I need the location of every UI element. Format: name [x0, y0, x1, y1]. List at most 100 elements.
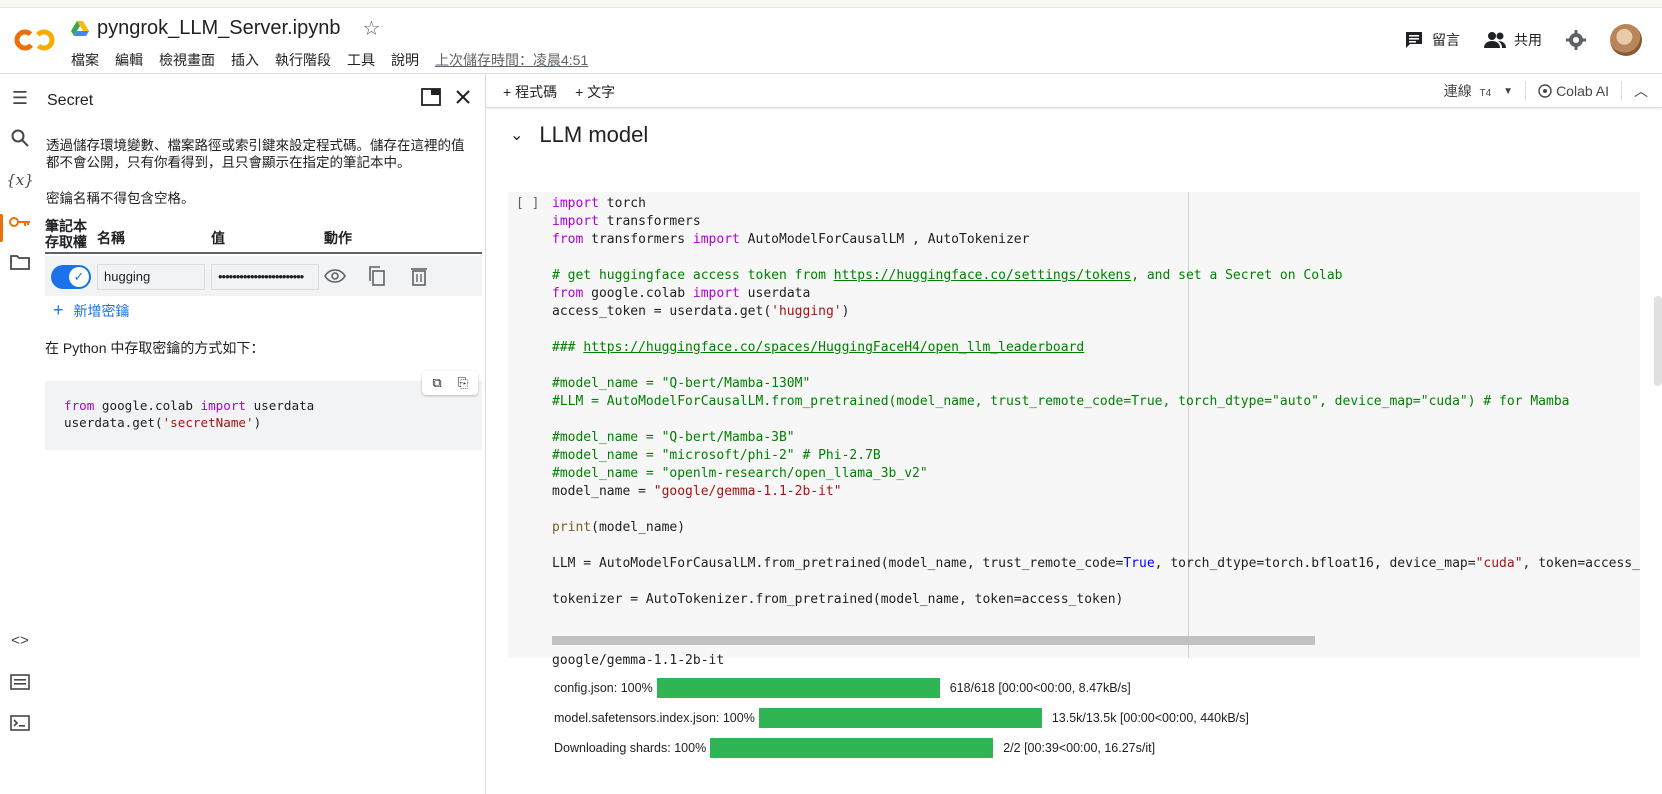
- secrets-panel: Secret 透過儲存環境變數、檔案路徑或索引鍵來設定程式碼。儲存在這裡的值都不…: [40, 74, 486, 794]
- code-editor[interactable]: import torch import transformers from tr…: [552, 195, 1640, 609]
- add-code-button[interactable]: + 程式碼: [503, 82, 557, 102]
- section-header[interactable]: ⌄ LLM model: [510, 122, 648, 148]
- notebook-toolbar: + 程式碼 + 文字 連線 T4 ▼ Colab AI ︿: [486, 74, 1662, 108]
- progress-label: model.safetensors.index.json:: [554, 711, 720, 725]
- secret-row: ✓ hugging ••••••••••••••••••••••••: [45, 256, 482, 296]
- add-secret-label: 新增密鑰: [73, 302, 130, 319]
- section-title: LLM model: [539, 122, 649, 147]
- menu-view[interactable]: 檢視畫面: [159, 50, 215, 70]
- progress-label: Downloading shards:: [554, 741, 671, 755]
- insert-snippet-icon[interactable]: ⎘: [452, 373, 474, 393]
- eye-icon[interactable]: [323, 264, 347, 288]
- variables-icon[interactable]: {x}: [6, 168, 34, 192]
- active-indicator: [0, 214, 3, 242]
- progress-info: 2/2 [00:39<00:00, 16.27s/it]: [1003, 741, 1156, 755]
- python-access-note: 在 Python 中存取密鑰的方式如下：: [45, 340, 265, 356]
- colab-logo-icon[interactable]: [14, 26, 56, 54]
- search-icon[interactable]: [8, 126, 32, 150]
- menu-help[interactable]: 說明: [391, 50, 419, 70]
- menu-insert[interactable]: 插入: [231, 50, 259, 70]
- chevron-down-icon[interactable]: ▼: [1503, 86, 1513, 97]
- key-icon[interactable]: [8, 210, 32, 234]
- progress-bar: [656, 678, 940, 698]
- table-of-contents-icon[interactable]: ☰: [8, 86, 32, 110]
- comment-button[interactable]: 留言: [1404, 30, 1460, 50]
- toolbar-divider-2: [1621, 81, 1622, 101]
- col-value: 值: [211, 230, 225, 246]
- notebook-access-toggle[interactable]: ✓: [51, 265, 91, 289]
- chevron-down-icon[interactable]: ⌄: [510, 125, 523, 145]
- code-snippets-icon[interactable]: <>: [8, 628, 32, 652]
- secret-name-input[interactable]: hugging: [97, 264, 205, 290]
- add-text-button[interactable]: + 文字: [575, 82, 615, 102]
- close-icon[interactable]: [455, 89, 471, 105]
- add-secret-button[interactable]: + 新增密鑰: [53, 300, 130, 321]
- col-access: 筆記本存取權: [45, 218, 87, 250]
- menu-edit[interactable]: 編輯: [115, 50, 143, 70]
- progress-shards: Downloading shards: 100% 2/2 [00:39<00:0…: [554, 738, 1155, 758]
- open-in-tab-icon[interactable]: [421, 88, 441, 106]
- progress-index: model.safetensors.index.json: 100% 13.5k…: [554, 708, 1249, 728]
- folder-icon[interactable]: [8, 250, 32, 274]
- toolbar-divider: [1525, 81, 1527, 101]
- secrets-note: 密鑰名稱不得包含空格。: [46, 191, 195, 206]
- panel-title: Secret: [47, 92, 94, 109]
- secrets-table-header: 筆記本存取權 名稱 值 動作: [45, 218, 482, 254]
- progress-info: 618/618 [00:00<00:00, 8.47kB/s]: [949, 681, 1131, 695]
- gear-icon[interactable]: [1566, 30, 1586, 50]
- progress-percent: 100%: [620, 681, 653, 695]
- colab-ai-label: Colab AI: [1556, 83, 1609, 99]
- horizontal-scrollbar[interactable]: [552, 636, 1315, 645]
- last-saved-link[interactable]: 上次儲存時間：凌晨4:51: [435, 50, 588, 70]
- share-button[interactable]: 共用: [1484, 30, 1542, 50]
- plus-icon: +: [53, 300, 64, 320]
- connect-button[interactable]: 連線 T4: [1444, 81, 1491, 101]
- progress-info: 13.5k/13.5k [00:00<00:00, 440kB/s]: [1051, 711, 1249, 725]
- share-label: 共用: [1514, 32, 1542, 48]
- comment-label: 留言: [1432, 32, 1460, 48]
- progress-percent: 100%: [722, 711, 755, 725]
- add-text-label: 文字: [587, 84, 616, 100]
- runtime-label: T4: [1479, 88, 1492, 99]
- copy-icon[interactable]: [365, 264, 389, 288]
- chevron-up-icon[interactable]: ︿: [1634, 81, 1648, 101]
- comment-icon: [1406, 32, 1422, 48]
- colab-ai-icon: [1538, 84, 1552, 98]
- copy-snippet-icon[interactable]: ⧉: [426, 373, 448, 393]
- header: pyngrok_LLM_Server.ipynb ☆ 檔案 編輯 檢視畫面 插入…: [0, 0, 1662, 74]
- notebook-filename[interactable]: pyngrok_LLM_Server.ipynb: [97, 17, 340, 40]
- header-strip: [0, 0, 1662, 8]
- menu-file[interactable]: 檔案: [71, 50, 99, 70]
- secret-value-input[interactable]: ••••••••••••••••••••••••: [211, 264, 319, 290]
- col-action: 動作: [324, 230, 352, 246]
- vertical-scrollbar[interactable]: [1654, 296, 1662, 386]
- progress-bar: [758, 708, 1042, 728]
- menu-bar: 檔案 編輯 檢視畫面 插入 執行階段 工具 說明 上次儲存時間：凌晨4:51: [71, 50, 588, 70]
- menu-runtime[interactable]: 執行階段: [275, 50, 331, 70]
- connect-label: 連線: [1443, 83, 1472, 99]
- people-icon: [1484, 32, 1506, 48]
- avatar[interactable]: [1610, 24, 1642, 56]
- snippet-line-2: userdata.get('secretName'): [64, 415, 262, 430]
- left-rail: ☰ {x} <>: [0, 74, 40, 794]
- menu-tools[interactable]: 工具: [347, 50, 375, 70]
- snippet-line-1: from google.colab import userdata: [64, 398, 315, 413]
- progress-bar: [710, 738, 994, 758]
- command-palette-icon[interactable]: [8, 670, 32, 694]
- code-snippet: ⧉ ⎘ from google.colab import userdata us…: [45, 371, 482, 450]
- progress-percent: 100%: [674, 741, 707, 755]
- notebook-area: + 程式碼 + 文字 連線 T4 ▼ Colab AI ︿ ⌄ LLM mode…: [486, 74, 1662, 794]
- col-name: 名稱: [97, 230, 125, 246]
- secrets-description: 透過儲存環境變數、檔案路徑或索引鍵來設定程式碼。儲存在這裡的值都不會公開，只有你…: [46, 138, 465, 170]
- run-cell-button[interactable]: [ ]: [516, 196, 539, 211]
- add-code-label: 程式碼: [515, 84, 558, 100]
- colab-ai-button[interactable]: Colab AI: [1538, 83, 1609, 99]
- check-icon: ✓: [69, 267, 89, 287]
- progress-config: config.json: 100% 618/618 [00:00<00:00, …: [554, 678, 1131, 698]
- code-cell[interactable]: [ ] import torch import transformers fro…: [508, 192, 1640, 658]
- delete-icon[interactable]: [407, 264, 431, 288]
- google-drive-icon: [71, 20, 89, 36]
- terminal-icon[interactable]: [8, 711, 32, 735]
- star-icon[interactable]: ☆: [362, 16, 380, 41]
- progress-label: config.json:: [554, 681, 618, 695]
